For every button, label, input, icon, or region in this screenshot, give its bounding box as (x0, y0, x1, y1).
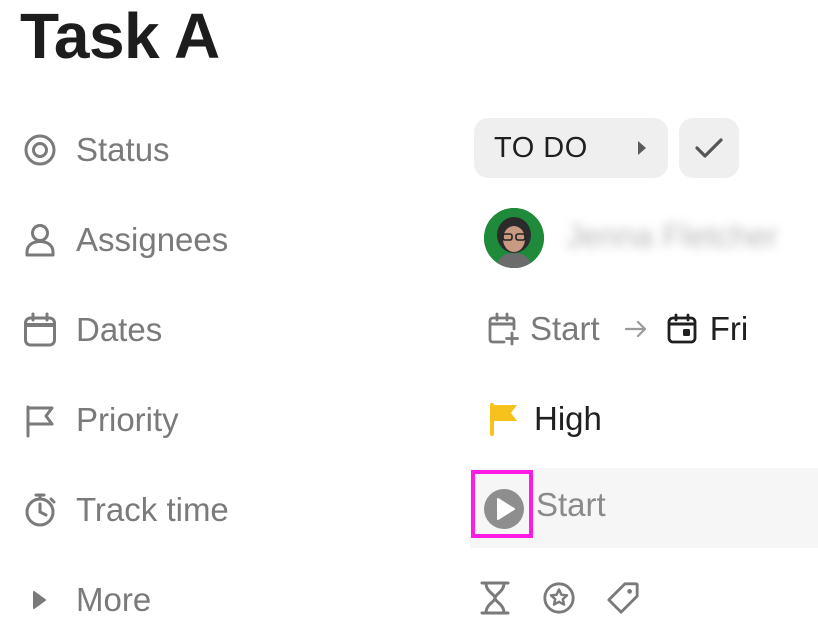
calendar-plus-icon[interactable] (486, 312, 520, 346)
avatar-photo (484, 208, 544, 268)
status-dropdown[interactable]: TO DO (474, 118, 668, 178)
flag-icon (26, 405, 54, 438)
status-row-label: Status (22, 127, 170, 173)
priority-row-label: Priority (22, 397, 179, 443)
arrow-right-icon (624, 320, 646, 338)
person-icon (25, 224, 55, 257)
assignees-label: Assignees (76, 221, 229, 258)
priority-text: High (534, 400, 602, 437)
star-badge-icon[interactable] (542, 580, 576, 616)
more-icons (478, 580, 640, 616)
avatar[interactable] (484, 208, 544, 268)
caret-right-icon (33, 591, 46, 609)
calendar-icon (24, 312, 56, 347)
track-time-row-label: Track time (22, 487, 229, 533)
dates-value: Start Fri (486, 306, 748, 352)
status-value: TO DO (494, 131, 588, 164)
task-title[interactable]: Task A (20, 0, 220, 74)
priority-flag-icon (490, 403, 517, 436)
priority-label: Priority (76, 401, 179, 438)
tag-icon[interactable] (606, 580, 640, 616)
caret-right-icon[interactable] (636, 138, 648, 158)
track-time-label: Track time (76, 491, 229, 528)
hourglass-icon[interactable] (478, 580, 512, 616)
highlight-box (471, 470, 533, 538)
target-icon (24, 134, 56, 166)
start-date-button[interactable]: Start (530, 310, 600, 348)
dates-label: Dates (76, 311, 163, 348)
due-date-button[interactable]: Fri (710, 310, 748, 348)
start-timer-button[interactable]: Start (536, 486, 606, 524)
assignee-name[interactable]: Jenna Fletcher (566, 218, 778, 255)
dates-row-label: Dates (22, 307, 162, 353)
calendar-day-icon[interactable] (666, 313, 698, 345)
complete-task-button[interactable] (679, 118, 739, 178)
priority-value[interactable]: High (488, 396, 602, 442)
more-label: More (76, 581, 152, 618)
more-row-label[interactable]: More (22, 577, 151, 623)
check-icon (695, 138, 723, 158)
assignees-row-label: Assignees (22, 217, 228, 263)
stopwatch-icon (25, 493, 56, 527)
status-label: Status (76, 131, 170, 168)
